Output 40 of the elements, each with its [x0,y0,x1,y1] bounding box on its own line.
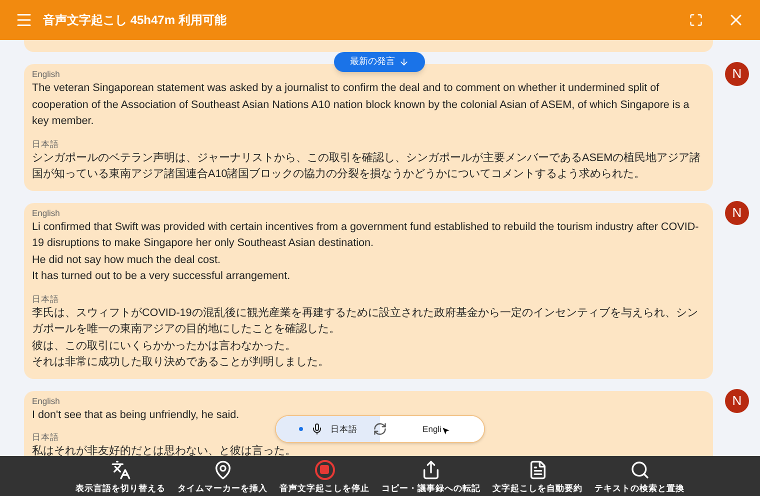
language-label: English [32,206,61,218]
language-label: English [32,68,61,80]
arrow-down-icon [399,57,409,67]
share-icon [421,460,441,480]
swap-icon[interactable] [373,422,387,436]
transcript-text: 李氏は、スウィフトがCOVID-19の混乱後に観光産業を再建するために設立された政府基金から一定のインセンティブを与えられ、シンガポールを唯一の東南アジアの目的地にしたことを確認した。 [32,306,699,337]
language-label: 日本語 [32,138,60,150]
transcript-text: シンガポールのベテラン声明は、ジャーナリストから、この取引を確認し、シンガポールが主要メンバーであるASEMの植民地アジア諸国が知っている東南アジア諸国連合A10諸国ブロックの協力の分裂を損なうかどうかについてコメントするよう求められた。 [32,150,702,182]
translate-icon [110,460,130,480]
transcript-text: I don't see that as being unfriendly, he said. [32,408,240,422]
cursor-icon [440,425,452,437]
transcript-text: 私はそれが非友好的だとは思わない、と彼は言った。 [32,444,297,456]
speaker-avatar: N [725,200,749,224]
map-pin-icon [212,460,232,480]
toolbar-button[interactable]: テキストの検索と置換 [594,460,684,494]
language-option[interactable]: 日本語 [276,416,380,442]
header-title: 音声文字起こし 45h47m 利用可能 [43,12,226,29]
transcript-text: He did not say how much the deal cost. [32,252,222,268]
fullscreen-icon[interactable] [689,13,703,27]
speaker-avatar: N [725,62,749,86]
speaker-avatar: N [725,388,749,412]
transcript-text: The veteran Singaporean statement was asked by a journalist to confirm the deal and to comment on whether it undermined split of cooperation of the Association of Southeast Asian Nations A10 nation block known by the colonial Asian of ASEM, of which Singapore is a key member. [32,81,690,129]
toolbar-button[interactable]: 表示言語を切り替える [76,460,166,494]
search-icon [630,460,650,480]
latest-utterance-button[interactable]: 最新の発言 [334,52,425,72]
toolbar-button[interactable]: 音声文字起こしを停止 [280,460,370,494]
transcript-text: 彼は、この取引にいくらかかったかは言わなかった。 [32,338,297,354]
document-icon [528,460,548,480]
language-option[interactable]: Engli [380,416,484,442]
stop-icon [314,460,334,480]
transcript-text: It has turned out to be a very successful arrangement. [32,269,292,284]
toolbar-button[interactable]: タイムマーカーを挿入 [178,460,268,494]
language-label: 日本語 [32,292,60,304]
transcript-text: Li confirmed that Swift was provided with certain incentives from a government fund established to rebuild the tourism industry after COVID-19 disruptions to make Singapore her only Southeast Asian destination. [32,220,700,251]
menu-icon[interactable] [15,11,33,29]
language-label: English [32,394,61,406]
toolbar-button[interactable]: コピー・議事録への転記 [382,460,480,494]
transcript-text: それは非常に成功した取り決めであることが判明しました。 [32,355,330,370]
language-label: 日本語 [32,431,60,443]
toolbar-button[interactable]: 文字起こしを自動要約 [492,460,582,494]
